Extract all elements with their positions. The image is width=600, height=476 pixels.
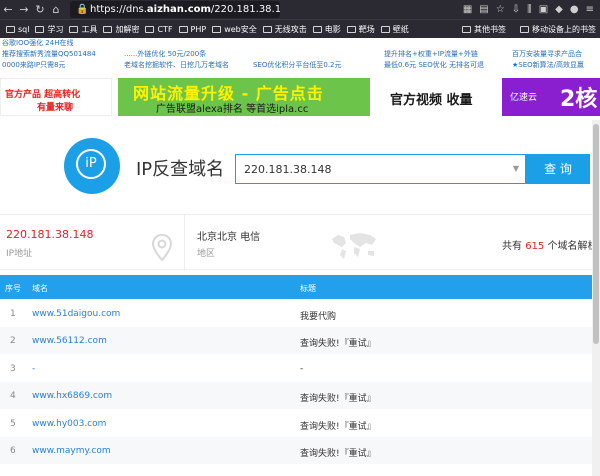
bookmarks-bar: sql 学习 工具 加解密 CTF PHP web安全 无线攻击 电影 靶场 壁… (0, 19, 600, 38)
folder-icon (346, 25, 356, 33)
bookmark-wallpaper[interactable]: 壁纸 (380, 24, 409, 35)
other-bookmarks[interactable]: 其他书签 (462, 24, 506, 35)
location-label: 地区 (197, 249, 216, 259)
banner-ad-1[interactable]: 官方产品 超高转化 有量来聊 (0, 78, 112, 116)
folder-icon (178, 25, 188, 33)
folder-icon (462, 26, 471, 33)
folder-icon (35, 25, 45, 33)
extension-icon[interactable]: ◆ (555, 4, 563, 15)
text-ad-column[interactable]: SEO优化积分平台低至0.2元 (253, 60, 342, 71)
banner-ad-2[interactable]: 网站流量升级 - 广告点击 广告联盟alexa排名 等首选ipla.cc (118, 78, 370, 116)
bookmark-websec[interactable]: web安全 (212, 24, 257, 35)
mobile-bookmarks[interactable]: 移动设备上的书签 (520, 24, 596, 35)
ip-search-input[interactable] (236, 155, 506, 183)
url-path: /220.181.38.148 (210, 4, 280, 15)
domain-link[interactable]: www.hy003.com (32, 419, 106, 429)
banner-ads: 官方产品 超高转化 有量来聊 网站流量升级 - 广告点击 广告联盟alexa排名… (0, 78, 600, 118)
back-icon[interactable]: ← (0, 3, 16, 16)
domain-link[interactable]: www.56112.com (32, 336, 107, 346)
download-icon[interactable]: ⇩ (512, 4, 520, 15)
bookmark-tools[interactable]: 工具 (69, 24, 97, 35)
text-ad-column[interactable]: 提升排名+权重+IP流量+外链 最低0.6元 SEO优化 无排名可退 (384, 49, 484, 71)
column-header-index: 序号 (5, 284, 21, 293)
page-scrollbar[interactable] (592, 120, 600, 476)
library-icon[interactable]: ⫼ (527, 4, 532, 15)
location-pin-icon (151, 233, 173, 262)
chevron-down-icon[interactable]: ▼ (513, 164, 519, 173)
text-ad-column[interactable]: 谷歌IOO强化 24H在线 推荐搜索新秀流量QQ501484 0000来路IP只… (2, 38, 96, 71)
location-value: 北京北京 电信 (197, 232, 261, 243)
scrollbar-thumb[interactable] (593, 124, 599, 344)
folder-icon (520, 26, 529, 33)
folder-icon (212, 25, 222, 33)
search-button[interactable]: 查 询 (526, 154, 590, 184)
column-header-domain: 域名 (32, 284, 48, 293)
bookmark-sql[interactable]: sql (6, 25, 29, 34)
domain-link[interactable]: - (32, 364, 35, 374)
bookmarks-right: 其他书签 移动设备上的书签 (452, 20, 596, 38)
page-title: IP反查域名 (136, 159, 225, 180)
home-icon[interactable]: ⌂ (48, 3, 64, 16)
bookmark-range[interactable]: 靶场 (346, 24, 375, 35)
domain-count-number: 615 (525, 241, 545, 252)
forward-icon[interactable]: → (16, 3, 32, 16)
banner-ad-3[interactable]: 官方视频 收量 (376, 78, 496, 116)
text-ad-column[interactable]: ......外链优化 50元/200条 老域名挖掘软件、日挖几万老域名 (124, 49, 229, 71)
table-row: 1 www.51daigou.com 我要代购 (10, 309, 337, 322)
table-row: 4 www.hx6869.com 查询失败!『重试』 (0, 382, 592, 409)
ip-logo-icon: iP (64, 138, 120, 194)
folder-icon (69, 25, 79, 33)
bookmark-ctf[interactable]: CTF (145, 25, 173, 34)
url-prefix: https://dns. (90, 4, 147, 15)
text-ads: 谷歌IOO强化 24H在线 推荐搜索新秀流量QQ501484 0000来路IP只… (0, 38, 600, 75)
folder-icon (6, 25, 15, 33)
search-section: iP IP反查域名 ▼ 查 询 (0, 122, 600, 212)
bookmark-movies[interactable]: 电影 (312, 24, 341, 35)
domain-link[interactable]: www.hx6869.com (32, 391, 112, 401)
reader-icon[interactable]: ▤ (479, 4, 488, 15)
domain-count: 共有 615 个域名解析 (502, 241, 598, 252)
search-box: ▼ (235, 154, 526, 184)
retry-link[interactable]: 查询失败!『重试』 (300, 391, 376, 404)
folder-icon (103, 25, 113, 33)
retry-link[interactable]: 查询失败!『重试』 (300, 446, 376, 459)
table-row: 6 www.maymy.com 查询失败!『重试』 (0, 437, 592, 464)
column-header-title: 标题 (300, 284, 316, 293)
reload-icon[interactable]: ↻ (32, 3, 48, 16)
browser-toolbar: ← → ↻ ⌂ 🔒 https://dns. aizhan.com/220.181… (0, 0, 600, 19)
account-icon[interactable]: ● (570, 4, 579, 15)
bookmark-wireless[interactable]: 无线攻击 (262, 24, 307, 35)
table-row: 5 www.hy003.com 查询失败!『重试』 (10, 419, 376, 432)
star-icon[interactable]: ☆ (496, 4, 505, 15)
ip-label: IP地址 (6, 249, 33, 259)
banner-ad-4[interactable]: 亿速云 2核 (502, 78, 600, 116)
ip-value: 220.181.38.148 (6, 228, 94, 241)
bookmark-php[interactable]: PHP (178, 25, 206, 34)
folder-icon (145, 25, 155, 33)
qr-icon[interactable]: ▦ (463, 4, 472, 15)
retry-link[interactable]: 查询失败!『重试』 (300, 336, 376, 349)
world-map-icon (332, 233, 376, 259)
ip-info-bar: 220.181.38.148 IP地址 北京北京 电信 地区 共有 615 个域… (0, 214, 600, 271)
retry-link[interactable]: 查询失败!『重试』 (300, 419, 376, 432)
table-header: 序号 域名 标题 (0, 275, 592, 299)
text-ad-column[interactable]: 百万安装量寻求产品合 ★SEO新算法/高效显赢 (512, 49, 584, 71)
folder-icon (262, 25, 272, 33)
domain-link[interactable]: www.51daigou.com (32, 309, 120, 319)
folder-icon (312, 25, 322, 33)
url-domain: aizhan.com (146, 4, 211, 15)
sidebar-icon[interactable]: ▣ (539, 4, 548, 15)
bookmark-study[interactable]: 学习 (35, 24, 63, 35)
menu-icon[interactable]: ≡ (586, 4, 594, 15)
bookmark-crypto[interactable]: 加解密 (103, 24, 139, 35)
divider (184, 215, 185, 271)
lock-icon: 🔒 (76, 4, 89, 15)
table-row: 3 - - (10, 364, 304, 374)
domain-link[interactable]: www.maymy.com (32, 446, 111, 456)
toolbar-right-icons: ▦ ▤ ☆ ⇩ ⫼ ▣ ◆ ● ≡ (463, 0, 600, 19)
address-bar[interactable]: 🔒 https://dns.aizhan.com/220.181.38.148 (70, 1, 280, 18)
table-row: 2 www.56112.com 查询失败!『重试』 (0, 327, 592, 354)
folder-icon (380, 25, 390, 33)
